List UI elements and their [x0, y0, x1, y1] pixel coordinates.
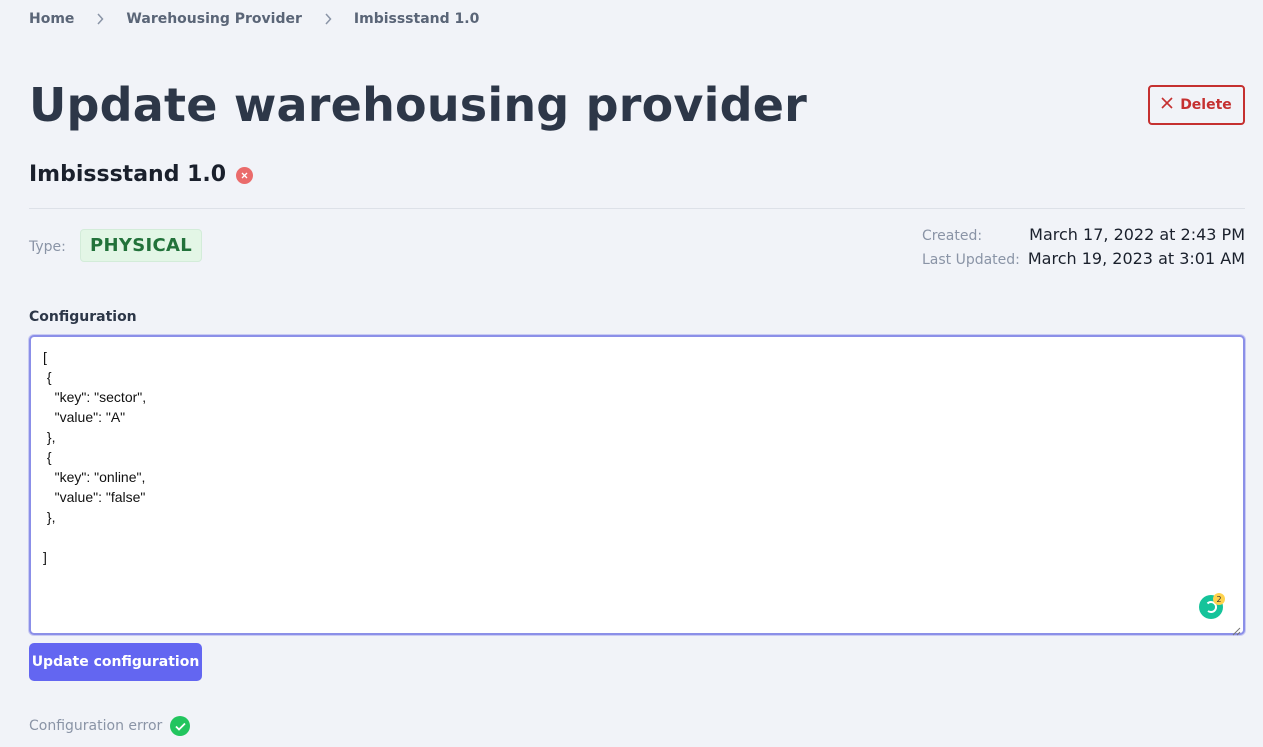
- breadcrumb-current: Imbissstand 1.0: [353, 11, 480, 27]
- resize-handle-icon[interactable]: [1231, 621, 1241, 636]
- timestamps: Created: March 17, 2022 at 2:43 PM Last …: [922, 224, 1245, 270]
- assist-badge-count: 2: [1216, 595, 1221, 604]
- update-configuration-button[interactable]: Update configuration: [29, 643, 202, 681]
- page-title: Update warehousing provider: [29, 78, 807, 132]
- configuration-error-label: Configuration error: [29, 718, 163, 734]
- configuration-error-status: Configuration error: [29, 716, 191, 736]
- x-circle-icon: [236, 167, 254, 184]
- chevron-right-icon: [74, 13, 126, 25]
- page: Home Warehousing Provider Imbissstand 1.…: [0, 0, 1263, 747]
- check-circle-icon: [170, 716, 191, 736]
- divider: [29, 208, 1245, 209]
- created-value: March 17, 2022 at 2:43 PM: [1029, 225, 1245, 244]
- updated-value: March 19, 2023 at 3:01 AM: [1027, 249, 1245, 268]
- type-badge: PHYSICAL: [80, 229, 202, 262]
- type-label: Type:: [29, 239, 66, 255]
- delete-button[interactable]: Delete: [1148, 85, 1245, 125]
- grammar-assistant-icon[interactable]: 2: [1199, 593, 1225, 619]
- breadcrumb-home[interactable]: Home: [29, 11, 74, 27]
- provider-heading: Imbissstand 1.0: [29, 162, 254, 187]
- updated-label: Last Updated:: [921, 252, 1020, 268]
- provider-name: Imbissstand 1.0: [29, 162, 227, 187]
- configuration-text[interactable]: [ { "key": "sector", "value": "A" }, { "…: [43, 347, 146, 567]
- breadcrumb-warehousing-provider[interactable]: Warehousing Provider: [126, 11, 301, 27]
- configuration-textarea[interactable]: [ { "key": "sector", "value": "A" }, { "…: [29, 335, 1245, 636]
- configuration-label: Configuration: [29, 309, 137, 325]
- delete-button-label: Delete: [1180, 97, 1232, 113]
- breadcrumb: Home Warehousing Provider Imbissstand 1.…: [29, 11, 479, 27]
- created-label: Created:: [921, 228, 983, 244]
- close-icon: [1161, 97, 1173, 113]
- chevron-right-icon: [302, 13, 354, 25]
